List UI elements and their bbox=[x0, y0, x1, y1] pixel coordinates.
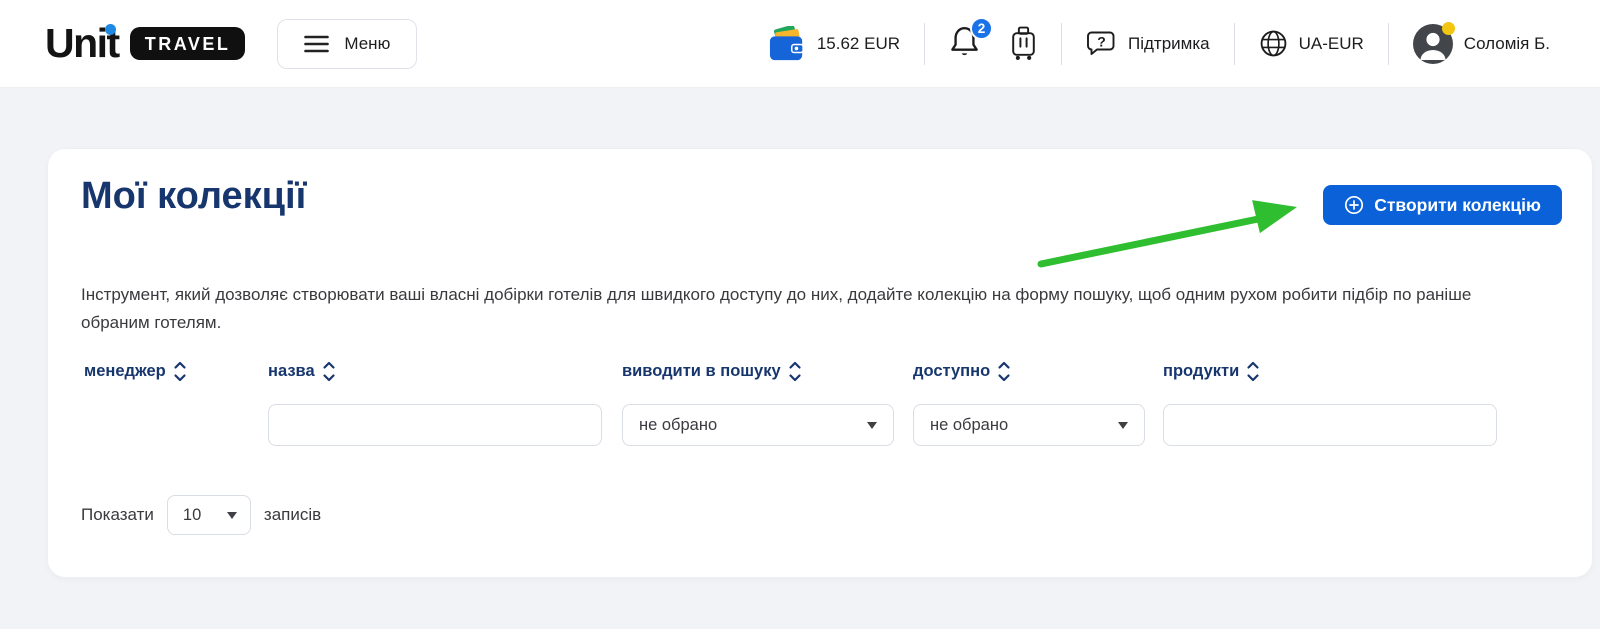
header-divider bbox=[1061, 23, 1062, 65]
menu-label: Меню bbox=[344, 34, 390, 54]
wallet-icon bbox=[768, 26, 806, 62]
sort-header-manager[interactable]: менеджер bbox=[84, 360, 187, 383]
filter-column-available: доступно не обрано bbox=[913, 360, 1145, 446]
hamburger-icon bbox=[304, 35, 329, 53]
page-description: Інструмент, який дозволяє створювати ваш… bbox=[81, 281, 1541, 337]
column-label: менеджер bbox=[84, 362, 166, 381]
support-label: Підтримка bbox=[1128, 34, 1210, 54]
logo[interactable]: Unit TRAVEL bbox=[45, 23, 245, 64]
available-select[interactable]: не обрано bbox=[913, 404, 1145, 446]
name-filter-input[interactable] bbox=[268, 404, 602, 446]
sort-icon bbox=[997, 360, 1011, 383]
locale-label: UA-EUR bbox=[1299, 34, 1364, 54]
user-name: Соломія Б. bbox=[1464, 34, 1550, 54]
logo-brand-text: Unit bbox=[45, 23, 119, 64]
globe-icon bbox=[1259, 29, 1288, 58]
menu-button[interactable]: Меню bbox=[277, 19, 417, 69]
plus-circle-icon bbox=[1344, 195, 1364, 215]
page-size-select[interactable]: 10 bbox=[167, 495, 251, 535]
header-right-cluster: 15.62 EUR 2 ? Підтрим bbox=[768, 23, 1550, 65]
notifications-button[interactable]: 2 bbox=[949, 24, 980, 63]
wallet-balance[interactable]: 15.62 EUR bbox=[768, 26, 900, 62]
header-divider bbox=[924, 23, 925, 65]
select-value: не обрано bbox=[930, 416, 1008, 435]
products-filter-input[interactable] bbox=[1163, 404, 1497, 446]
filter-column-manager: менеджер bbox=[84, 360, 187, 383]
sort-header-products[interactable]: продукти bbox=[1163, 360, 1497, 383]
trips-button[interactable] bbox=[1010, 26, 1037, 61]
sort-icon bbox=[1246, 360, 1260, 383]
avatar bbox=[1413, 24, 1453, 64]
dropdown-caret-icon bbox=[227, 512, 237, 519]
dropdown-caret-icon bbox=[1118, 422, 1128, 429]
records-label: записів bbox=[264, 505, 321, 525]
sort-icon bbox=[788, 360, 802, 383]
notifications-count-badge: 2 bbox=[970, 17, 993, 40]
filter-column-products: продукти bbox=[1163, 360, 1497, 446]
sort-header-show-in-search[interactable]: виводити в пошуку bbox=[622, 360, 894, 383]
page-title: Мої колекції bbox=[81, 175, 306, 218]
create-collection-button[interactable]: Створити колекцію bbox=[1323, 185, 1562, 225]
annotation-arrow bbox=[1023, 194, 1323, 279]
collections-card: Мої колекції Створити колекцію Інструмен… bbox=[47, 148, 1593, 578]
column-label: продукти bbox=[1163, 362, 1239, 381]
dropdown-caret-icon bbox=[867, 422, 877, 429]
support-button[interactable]: ? Підтримка bbox=[1086, 29, 1210, 59]
filter-column-name: назва bbox=[268, 360, 602, 446]
show-in-search-select[interactable]: не обрано bbox=[622, 404, 894, 446]
filter-column-show-in-search: виводити в пошуку не обрано bbox=[622, 360, 894, 446]
create-collection-label: Створити колекцію bbox=[1374, 195, 1541, 216]
show-label: Показати bbox=[81, 505, 154, 525]
page-size-value: 10 bbox=[183, 506, 201, 525]
logo-blue-dot bbox=[105, 24, 116, 35]
column-label: назва bbox=[268, 362, 315, 381]
column-label: виводити в пошуку bbox=[622, 362, 781, 381]
sort-header-available[interactable]: доступно bbox=[913, 360, 1145, 383]
user-account-button[interactable]: Соломія Б. bbox=[1413, 24, 1550, 64]
help-chat-icon: ? bbox=[1086, 29, 1117, 59]
header-divider bbox=[1388, 23, 1389, 65]
column-label: доступно bbox=[913, 362, 990, 381]
wallet-balance-text: 15.62 EUR bbox=[817, 34, 900, 54]
header-divider bbox=[1234, 23, 1235, 65]
sort-header-name[interactable]: назва bbox=[268, 360, 602, 383]
sort-icon bbox=[173, 360, 187, 383]
top-navigation-bar: Unit TRAVEL Меню 15.62 EUR bbox=[0, 0, 1600, 88]
avatar-status-dot bbox=[1442, 22, 1455, 35]
logo-travel-badge: TRAVEL bbox=[130, 27, 246, 60]
select-value: не обрано bbox=[639, 416, 717, 435]
svg-text:?: ? bbox=[1097, 33, 1106, 49]
page-size-row: Показати 10 записів bbox=[81, 495, 321, 535]
sort-icon bbox=[322, 360, 336, 383]
luggage-icon bbox=[1010, 26, 1037, 61]
locale-currency-selector[interactable]: UA-EUR bbox=[1259, 29, 1364, 58]
